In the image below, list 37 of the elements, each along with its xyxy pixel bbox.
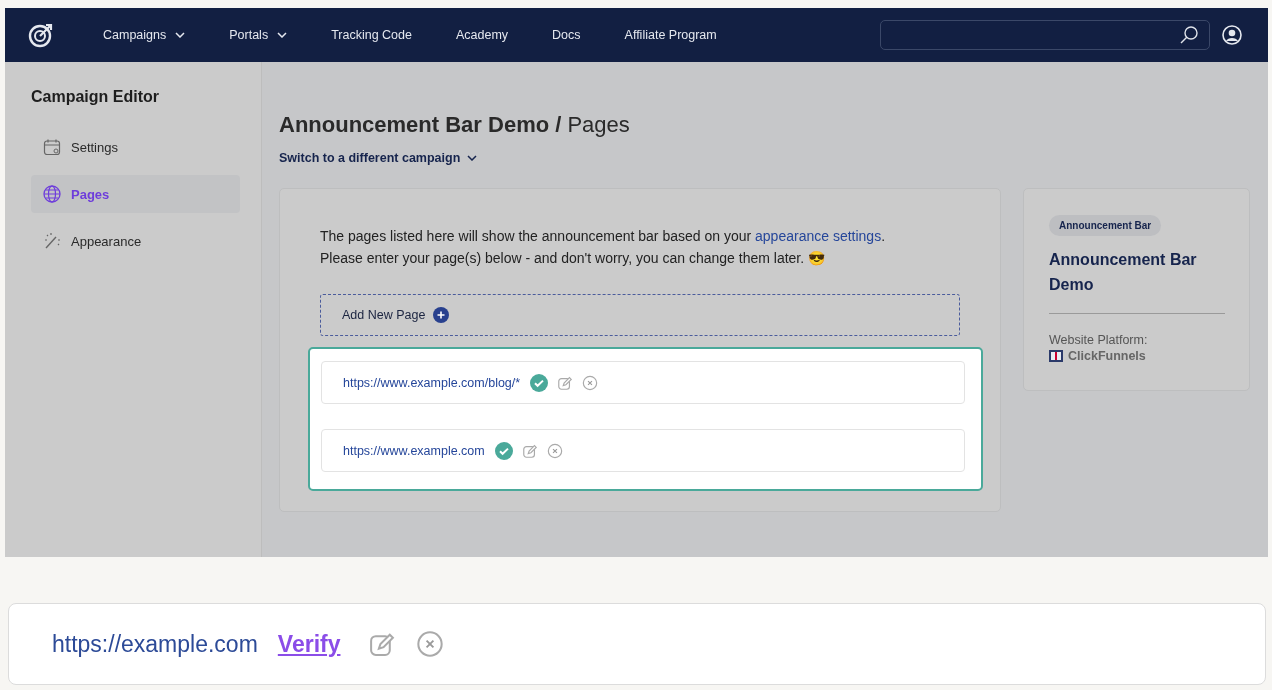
edit-icon[interactable] [557,374,574,391]
nav-link[interactable]: Portals [229,28,288,42]
page-heading: Announcement Bar Demo / Pages [279,112,631,138]
plus-circle-icon [433,307,450,323]
close-circle-icon[interactable] [582,374,599,391]
calendar-icon [43,138,61,156]
search-field[interactable] [880,20,1210,50]
edit-icon[interactable] [521,442,538,459]
logo-icon [27,21,55,49]
nav-link[interactable]: Tracking Code [331,28,412,42]
close-circle-icon[interactable] [546,442,563,459]
nav-link[interactable]: Docs [552,28,581,42]
platform-logo-icon [1049,350,1063,362]
platform-name: ClickFunnels [1068,349,1146,363]
campaign-switcher-link[interactable]: Switch to a different campaign [279,151,478,165]
sidebar-item[interactable]: Settings [31,128,240,166]
page-url: https://www.example.com/blog/* [343,375,521,390]
search-icon [1179,25,1199,45]
platform-label: Website Platform: [1049,333,1149,347]
sidebar-item[interactable]: Pages [31,175,240,213]
nav-link[interactable]: Academy [455,28,509,42]
sidebar-item[interactable]: Appearance [31,222,240,260]
close-circle-icon[interactable] [416,630,445,658]
page-url: https://www.example.com [343,443,485,458]
page-url: https://example.com [52,630,258,658]
magic-wand-icon [43,232,61,250]
sidebar-title: Campaign Editor [31,88,160,106]
nav-link[interactable]: Affiliate Program [624,28,717,42]
globe-icon [43,185,61,203]
chevron-down-icon [467,155,478,161]
user-avatar-icon[interactable] [1222,25,1242,45]
intro-text: The pages listed here will show the announcement bar based on your appearance settings. Please enter your page(s) below - and don't worry, you can change them later. 😎 [320,227,887,268]
campaign-name: Announcement Bar Demo [1049,247,1225,314]
campaign-type-tag: Announcement Bar [1049,215,1162,236]
nav-link[interactable]: Campaigns [103,28,186,42]
verify-link[interactable]: Verify [277,630,341,658]
add-page-button[interactable]: Add New Page [320,294,960,336]
